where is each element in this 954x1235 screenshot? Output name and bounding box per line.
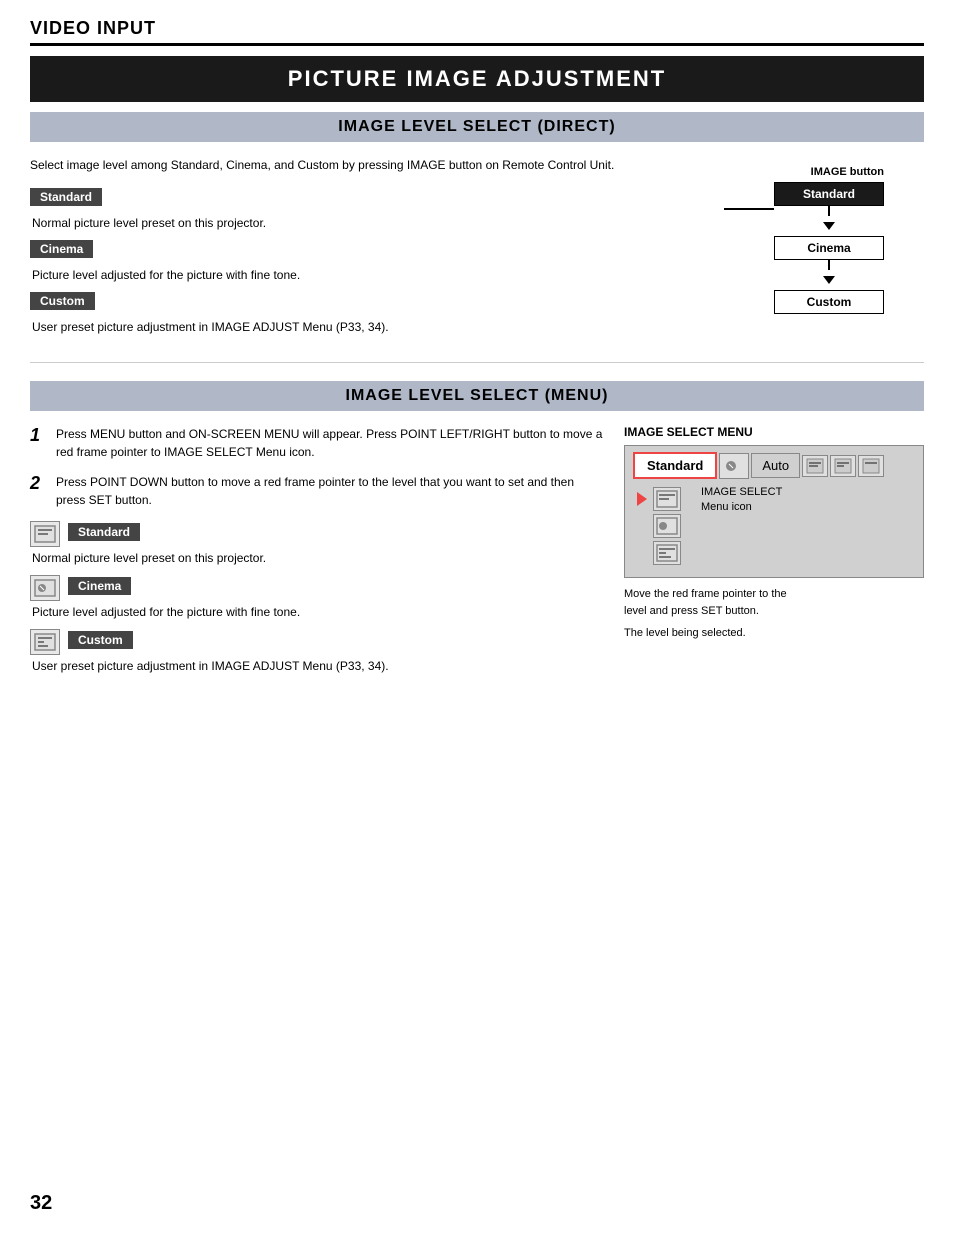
section1-content: Select image level among Standard, Cinem… bbox=[30, 156, 924, 344]
menu-custom-icon bbox=[30, 629, 60, 655]
cinema-badge: Cinema bbox=[30, 240, 93, 258]
menu-btn-standard: Standard bbox=[633, 452, 717, 479]
menu-standard-row: Standard bbox=[30, 521, 604, 547]
section1-right: IMAGE button Standard Cinema Custom bbox=[644, 156, 924, 344]
pointer-label: Move the red frame pointer to thelevel a… bbox=[624, 588, 787, 617]
page-header: VIDEO INPUT bbox=[30, 18, 924, 46]
image-btn-diagram: IMAGE button Standard Cinema Custom bbox=[644, 156, 924, 314]
arrow1 bbox=[774, 216, 884, 236]
section1: IMAGE LEVEL SELECT (DIRECT) Select image… bbox=[30, 112, 924, 344]
menu-custom-badge: Custom bbox=[68, 631, 133, 649]
page-header-title: VIDEO INPUT bbox=[30, 18, 156, 39]
standard-badge: Standard bbox=[30, 188, 102, 206]
section2-left: 1 Press MENU button and ON-SCREEN MENU w… bbox=[30, 425, 604, 683]
page-container: VIDEO INPUT PICTURE IMAGE ADJUSTMENT IMA… bbox=[0, 0, 954, 1235]
pointer-annotation: Move the red frame pointer to thelevel a… bbox=[624, 586, 924, 619]
section-divider bbox=[30, 362, 924, 363]
section1-header: IMAGE LEVEL SELECT (DIRECT) bbox=[30, 112, 924, 142]
section2-content: 1 Press MENU button and ON-SCREEN MENU w… bbox=[30, 425, 924, 683]
step2-text: Press POINT DOWN button to move a red fr… bbox=[56, 473, 604, 509]
menu-title: IMAGE SELECT MENU bbox=[624, 425, 924, 439]
section2: IMAGE LEVEL SELECT (MENU) 1 Press MENU b… bbox=[30, 381, 924, 683]
menu-cinema-icon bbox=[30, 575, 60, 601]
level-annotation: The level being selected. bbox=[624, 627, 924, 639]
menu-btn-auto: Auto bbox=[751, 453, 800, 478]
standard-badge-row: Standard bbox=[30, 188, 624, 210]
cinema-badge-row: Cinema bbox=[30, 240, 624, 262]
custom-badge: Custom bbox=[30, 292, 95, 310]
menu-icon-annotation: IMAGE SELECTMenu icon bbox=[701, 485, 782, 516]
line2 bbox=[828, 260, 830, 270]
level-label: The level being selected. bbox=[624, 627, 746, 639]
section2-right: IMAGE SELECT MENU Standard Auto bbox=[624, 425, 924, 683]
section1-left: Select image level among Standard, Cinem… bbox=[30, 156, 624, 344]
step2: 2 Press POINT DOWN button to move a red … bbox=[30, 473, 604, 509]
custom-badge-row: Custom bbox=[30, 292, 624, 314]
menu-left-row3 bbox=[637, 541, 681, 565]
red-triangle bbox=[637, 492, 647, 506]
menu-standard-desc: Normal picture level preset on this proj… bbox=[32, 551, 604, 565]
diagram-custom: Custom bbox=[774, 290, 884, 314]
menu-standard-badge: Standard bbox=[68, 523, 140, 541]
menu-body: IMAGE SELECTMenu icon bbox=[629, 481, 919, 573]
menu-icon4 bbox=[858, 455, 884, 477]
line1 bbox=[828, 206, 830, 216]
step2-number: 2 bbox=[30, 473, 46, 509]
diagram-label: IMAGE button bbox=[811, 166, 884, 178]
menu-left-row1 bbox=[637, 487, 681, 511]
section1-intro: Select image level among Standard, Cinem… bbox=[30, 156, 624, 174]
menu-cinema-row: Cinema bbox=[30, 575, 604, 601]
menu-item-icon3 bbox=[653, 541, 681, 565]
menu-icon2 bbox=[802, 455, 828, 477]
arrow2 bbox=[774, 270, 884, 290]
step1: 1 Press MENU button and ON-SCREEN MENU w… bbox=[30, 425, 604, 461]
step1-number: 1 bbox=[30, 425, 46, 461]
menu-item-icon1 bbox=[653, 487, 681, 511]
cinema-desc: Picture level adjusted for the picture w… bbox=[32, 268, 624, 282]
image-select-menu: Standard Auto bbox=[624, 445, 924, 578]
menu-standard-icon bbox=[30, 521, 60, 547]
annotation-area: IMAGE SELECTMenu icon bbox=[701, 483, 782, 569]
menu-left-icons bbox=[633, 483, 685, 569]
menu-left-row2 bbox=[637, 514, 681, 538]
custom-desc: User preset picture adjustment in IMAGE … bbox=[32, 320, 624, 334]
menu-item-icon2 bbox=[653, 514, 681, 538]
menu-custom-row: Custom bbox=[30, 629, 604, 655]
menu-icon-label-text: IMAGE SELECTMenu icon bbox=[701, 486, 782, 513]
menu-cinema-badge: Cinema bbox=[68, 577, 131, 595]
menu-custom-desc: User preset picture adjustment in IMAGE … bbox=[32, 659, 604, 673]
menu-icon3 bbox=[830, 455, 856, 477]
menu-icon-placeholder bbox=[719, 453, 749, 479]
section2-header: IMAGE LEVEL SELECT (MENU) bbox=[30, 381, 924, 411]
standard-desc: Normal picture level preset on this proj… bbox=[32, 216, 624, 230]
page-number: 32 bbox=[30, 1192, 52, 1215]
diagram-cinema: Cinema bbox=[774, 236, 884, 260]
diagram-standard: Standard bbox=[774, 182, 884, 206]
main-title-banner: PICTURE IMAGE ADJUSTMENT bbox=[30, 56, 924, 102]
menu-top-row: Standard Auto bbox=[629, 450, 919, 481]
menu-cinema-desc: Picture level adjusted for the picture w… bbox=[32, 605, 604, 619]
step1-text: Press MENU button and ON-SCREEN MENU wil… bbox=[56, 425, 604, 461]
